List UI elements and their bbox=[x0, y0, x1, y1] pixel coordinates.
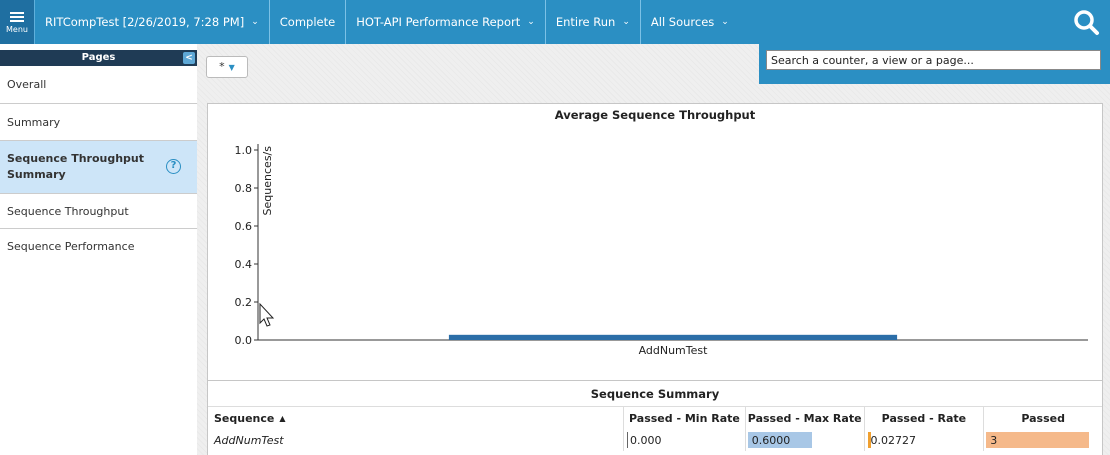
crumb-status[interactable]: Complete bbox=[270, 0, 347, 44]
cell-min-rate-text: 0.000 bbox=[630, 433, 662, 447]
mouse-cursor-icon bbox=[259, 302, 275, 327]
sidebar-item-label: Sequence Throughput bbox=[7, 204, 129, 218]
menu-button[interactable]: Menu bbox=[0, 0, 35, 44]
column-header-passed[interactable]: Passed bbox=[983, 407, 1102, 429]
y-tick-label: 0.6 bbox=[235, 220, 253, 233]
sidebar-item-overall[interactable]: Overall bbox=[0, 66, 197, 104]
crumb-sources[interactable]: All Sources ⌄ bbox=[641, 0, 739, 44]
menu-icon bbox=[10, 10, 24, 24]
sidebar-header-label: Pages bbox=[81, 52, 116, 63]
y-tick-label: 0.0 bbox=[235, 334, 253, 347]
throughput-chart-panel: 0.0 0.2 0.4 0.6 0.8 1.0 Sequences/s AddNumTest … bbox=[207, 103, 1103, 413]
crumb-report[interactable]: HOT-API Performance Report ⌄ bbox=[346, 0, 546, 44]
chevron-down-icon: ▼ bbox=[228, 63, 235, 72]
crumb-time-range[interactable]: Entire Run ⌄ bbox=[546, 0, 641, 44]
column-header-min-rate[interactable]: Passed - Min Rate bbox=[623, 407, 745, 429]
column-header-label: Sequence bbox=[214, 411, 275, 425]
column-header-label: Passed - Min Rate bbox=[629, 411, 740, 425]
cell-sequence-text: AddNumTest bbox=[214, 433, 284, 447]
search-input[interactable] bbox=[766, 50, 1101, 70]
sidebar-item-label: Sequence Throughput Summary bbox=[7, 151, 144, 183]
table-title: Sequence Summary bbox=[208, 381, 1102, 407]
y-tick-label: 0.4 bbox=[235, 258, 253, 271]
cell-sequence: AddNumTest bbox=[208, 429, 623, 451]
column-header-rate[interactable]: Passed - Rate bbox=[863, 407, 984, 429]
cell-min-rate: 0.000 bbox=[623, 429, 745, 451]
search-panel bbox=[759, 44, 1110, 84]
search-icon[interactable] bbox=[1072, 8, 1100, 36]
sidebar-item-sequence-throughput[interactable]: Sequence Throughput bbox=[0, 194, 197, 229]
chevron-down-icon: ⌄ bbox=[251, 17, 259, 27]
chevron-down-icon: ⌄ bbox=[527, 17, 535, 27]
sequence-summary-panel: Sequence Summary Sequence ▲ Passed - Min … bbox=[207, 380, 1103, 455]
cell-max-rate: 0.6000 bbox=[744, 429, 864, 451]
crumb-test-run-label: RITCompTest [2/26/2019, 7:28 PM] bbox=[45, 15, 245, 29]
chevron-down-icon: ⌄ bbox=[721, 17, 729, 27]
table-row[interactable]: AddNumTest 0.000 0.6000 0.02727 3 bbox=[208, 429, 1102, 451]
chart-title: Average Sequence Throughput bbox=[554, 108, 756, 122]
crumb-sources-label: All Sources bbox=[650, 15, 715, 29]
main-content: *▼ 0.0 0.2 0.4 0.6 0.8 1.0 Sequences/s AddNumTe… bbox=[197, 44, 1110, 455]
crumb-test-run[interactable]: RITCompTest [2/26/2019, 7:28 PM] ⌄ bbox=[35, 0, 270, 44]
sidebar-header: Pages < bbox=[0, 50, 197, 66]
passed-bar bbox=[986, 432, 1090, 448]
sidebar-item-sequence-throughput-summary[interactable]: Sequence Throughput Summary ? bbox=[0, 141, 197, 194]
y-tick-label: 0.8 bbox=[235, 182, 253, 195]
sidebar-item-label: Sequence Performance bbox=[7, 240, 135, 253]
cell-passed: 3 bbox=[983, 429, 1102, 451]
filter-dropdown-button[interactable]: * ▼ bbox=[206, 56, 248, 78]
x-tick-label: AddNumTest bbox=[639, 344, 709, 357]
sidebar-item-sequence-performance[interactable]: Sequence Performance bbox=[0, 229, 197, 264]
sidebar-item-label-line2: Summary bbox=[7, 168, 66, 181]
bar bbox=[448, 334, 898, 340]
sidebar-item-label: Overall bbox=[7, 78, 47, 91]
y-axis-label: Sequences/s bbox=[261, 146, 274, 216]
top-bar: Menu RITCompTest [2/26/2019, 7:28 PM] ⌄ C… bbox=[0, 0, 1110, 44]
column-header-label: Passed - Max Rate bbox=[747, 411, 862, 425]
table-header-row: Sequence ▲ Passed - Min Rate Passed - Max… bbox=[208, 407, 1102, 429]
collapse-sidebar-button[interactable]: < bbox=[183, 52, 195, 64]
sidebar-item-label: Summary bbox=[7, 115, 61, 129]
sort-ascending-icon: ▲ bbox=[279, 413, 286, 423]
column-header-label: Passed - Rate bbox=[881, 411, 967, 425]
column-header-sequence[interactable]: Sequence ▲ bbox=[208, 407, 623, 429]
sidebar-item-summary[interactable]: Summary bbox=[0, 104, 197, 141]
cell-rate-text: 0.02727 bbox=[870, 433, 917, 447]
cell-rate: 0.02727 bbox=[863, 429, 984, 451]
min-rate-bar bbox=[627, 432, 629, 448]
filter-label: * bbox=[219, 60, 225, 73]
cell-max-rate-text: 0.6000 bbox=[751, 433, 791, 447]
crumb-status-label: Complete bbox=[279, 15, 336, 29]
y-tick-label: 1.0 bbox=[235, 144, 253, 157]
pages-sidebar: Pages < Overall Summary Sequence Through… bbox=[0, 50, 197, 455]
column-header-max-rate[interactable]: Passed - Max Rate bbox=[744, 407, 864, 429]
help-icon[interactable]: ? bbox=[166, 159, 181, 174]
y-tick-label: 0.2 bbox=[235, 296, 253, 309]
crumb-report-label: HOT-API Performance Report bbox=[356, 15, 521, 29]
crumb-time-range-label: Entire Run bbox=[555, 15, 616, 29]
menu-label: Menu bbox=[6, 25, 28, 34]
column-header-label: Passed bbox=[1021, 411, 1065, 425]
cell-passed-text: 3 bbox=[990, 433, 998, 447]
sidebar-item-label-line1: Sequence Throughput bbox=[7, 152, 145, 165]
throughput-chart: 0.0 0.2 0.4 0.6 0.8 1.0 Sequences/s AddNumTest bbox=[235, 144, 1088, 357]
chevron-down-icon: ⌄ bbox=[622, 17, 630, 27]
